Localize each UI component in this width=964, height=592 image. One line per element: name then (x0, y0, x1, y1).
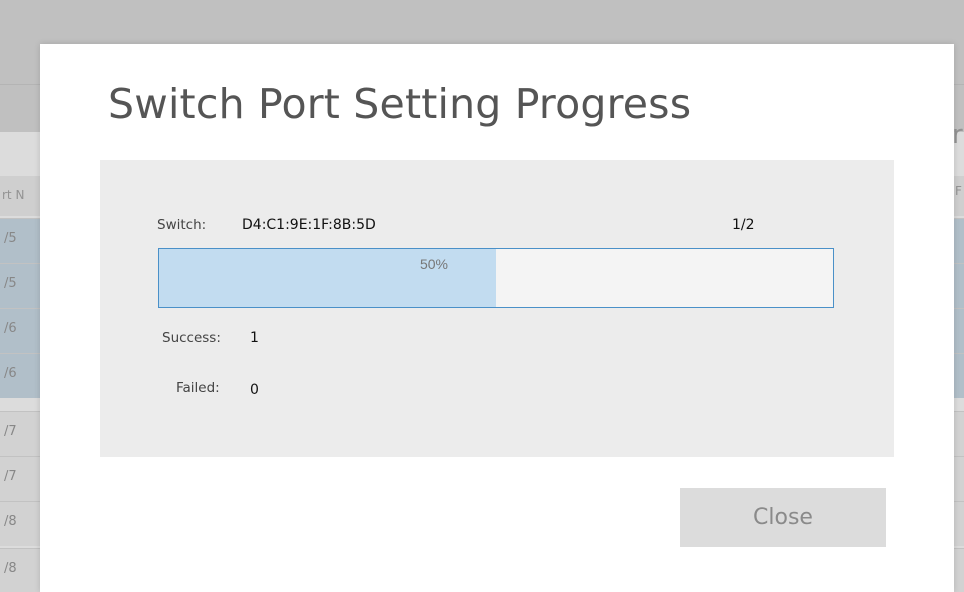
success-label: Success: (162, 330, 221, 346)
progress-dialog: Switch Port Setting Progress Switch: D4:… (40, 44, 954, 592)
success-count: 1 (250, 330, 259, 346)
failed-label: Failed: (176, 380, 220, 396)
switch-id-value: D4:C1:9E:1F:8B:5D (242, 217, 376, 233)
close-button[interactable]: Close (680, 488, 886, 547)
failed-count: 0 (250, 382, 259, 398)
switch-count: 1/2 (732, 217, 755, 233)
progress-bar: 50% (158, 248, 834, 308)
progress-panel: Switch: D4:C1:9E:1F:8B:5D 1/2 50% Succes… (100, 160, 894, 457)
dialog-title: Switch Port Setting Progress (108, 80, 692, 128)
progress-percent-text: 50% (419, 256, 449, 272)
switch-label: Switch: (157, 217, 207, 233)
